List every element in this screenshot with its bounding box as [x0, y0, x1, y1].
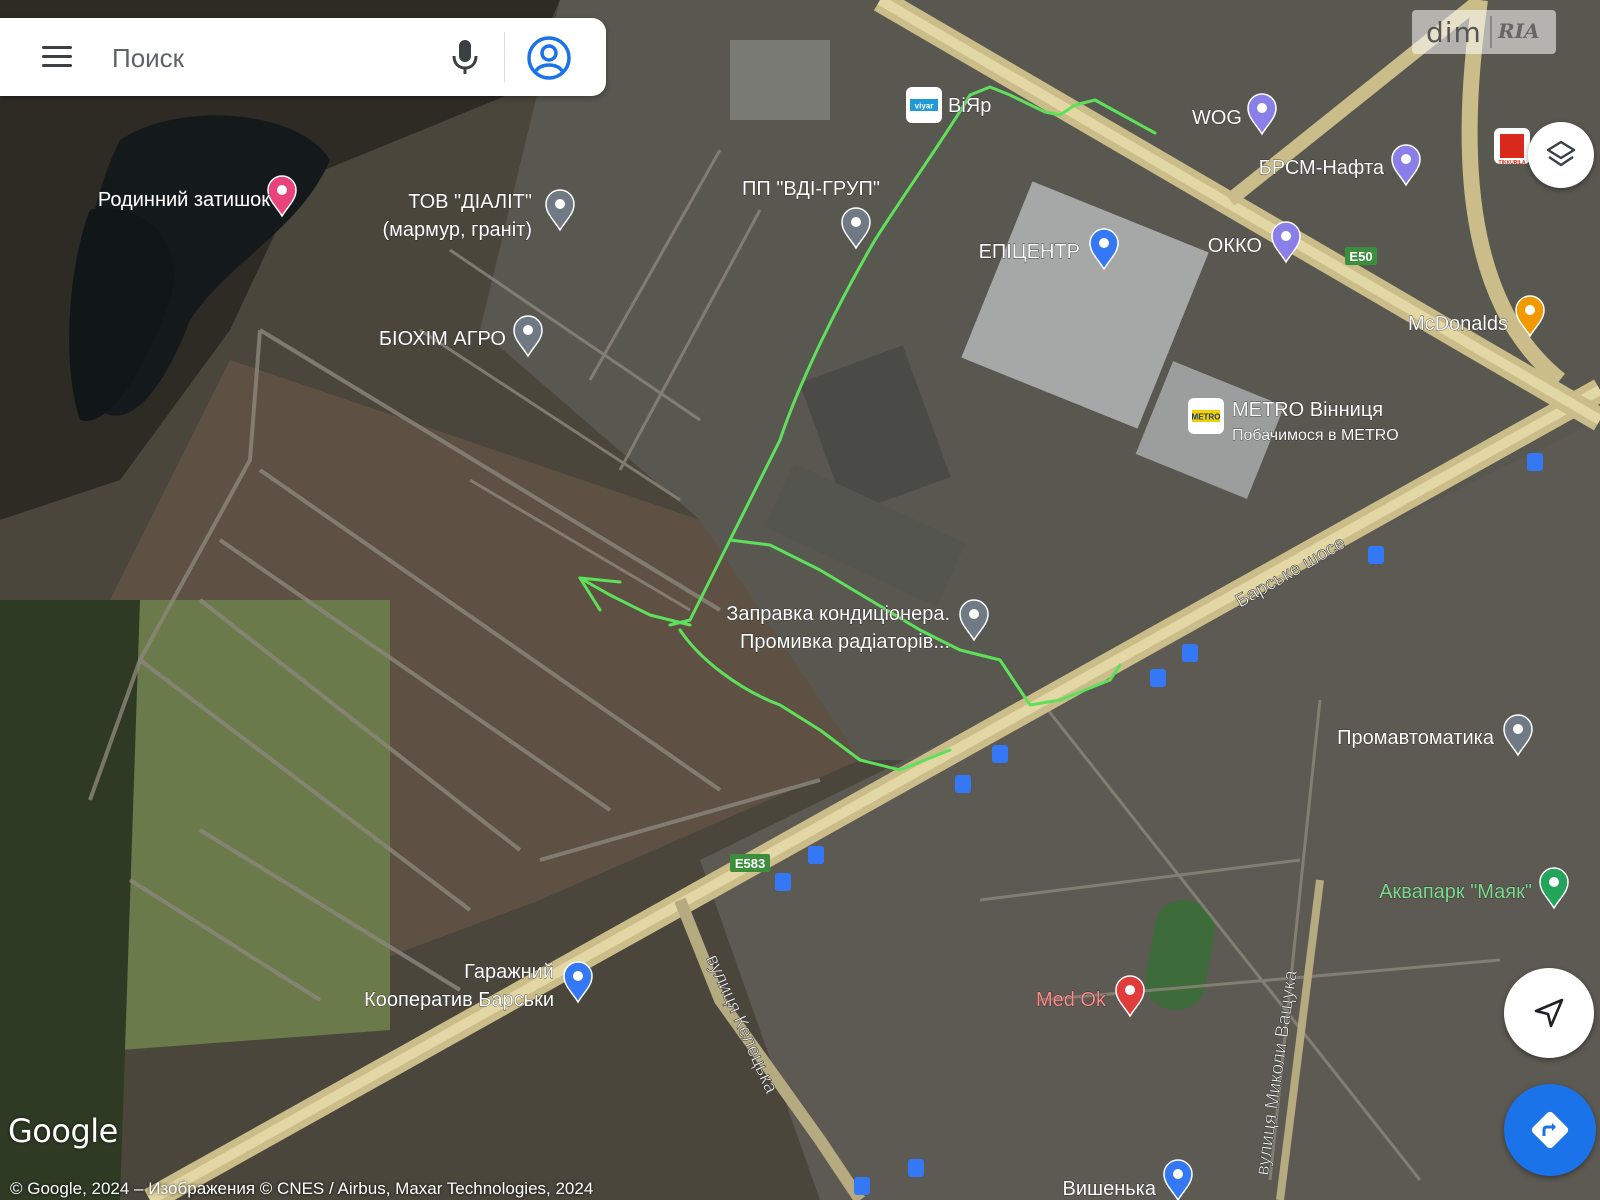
copyright-text: © Google, 2024 – Изображения © CNES / Ai… [10, 1179, 594, 1198]
e50-label: E50 [1349, 249, 1372, 264]
watermark-ria: RIA [1498, 19, 1540, 43]
layers-button[interactable] [1528, 122, 1594, 188]
e583-label: E583 [735, 856, 765, 871]
bus-stop-icon[interactable] [908, 1159, 924, 1177]
place-sublabel: Кооператив Барськи [364, 989, 554, 1011]
google-logo: Google [8, 1112, 118, 1150]
bus-stop-icon[interactable] [1150, 669, 1166, 687]
bus-stop-icon[interactable] [992, 745, 1008, 763]
place-label: METRO Вінниця [1232, 399, 1383, 421]
bus-stop-icon[interactable] [775, 873, 791, 891]
place-label: ПП "ВДІ-ГРУП" [742, 178, 880, 200]
bus-stop-icon[interactable] [955, 775, 971, 793]
bus-stop-icon[interactable] [1368, 546, 1384, 564]
microphone-icon[interactable] [450, 38, 480, 76]
place-sublabel: (мармур, граніт) [383, 219, 533, 241]
satellite-map[interactable]: E50 E583 Барське шосе вулиця Келецька ву… [0, 0, 1600, 1200]
place-label: ОККО [1208, 235, 1262, 257]
bus-stop-icon[interactable] [1527, 453, 1543, 471]
logo-text: METRO [1192, 413, 1221, 422]
search-bar [0, 18, 606, 96]
watermark-dim: dim [1426, 16, 1482, 49]
place-label: БІОХІМ АГРО [379, 328, 506, 350]
place-label: Гаражний [464, 961, 554, 983]
place-label: Аквапарк "Маяк" [1379, 881, 1532, 903]
logo-text: viyar [915, 102, 934, 111]
bus-stop-icon[interactable] [854, 1177, 870, 1195]
place-label: Вишенька [1063, 1178, 1157, 1200]
my-location-button[interactable] [1504, 968, 1594, 1058]
place-label: БРСМ-Нафта [1259, 157, 1385, 179]
bus-stop-icon[interactable] [808, 846, 824, 864]
place-label: ВіЯр [948, 95, 991, 117]
place-label: Заправка кондиціонера. [726, 603, 950, 625]
dim-ria-watermark: dim RIA [1412, 10, 1556, 54]
place-label: Med Ok [1036, 989, 1107, 1011]
place-label: Родинний затишок [98, 189, 270, 211]
tikkurila-label: TIKKURILA [1499, 160, 1526, 166]
directions-icon [1531, 1111, 1569, 1149]
directions-button[interactable] [1504, 1084, 1596, 1176]
place-label: ЕПІЦЕНТР [979, 241, 1080, 263]
menu-icon[interactable] [38, 40, 76, 74]
place-label: McDonalds [1408, 313, 1508, 335]
e50-shield: E50 [1345, 247, 1377, 265]
layers-icon [1546, 140, 1576, 167]
account-icon[interactable] [526, 35, 572, 81]
e583-shield: E583 [730, 854, 770, 872]
place-label: ТОВ "ДІАЛІТ" [408, 191, 532, 213]
search-input[interactable] [110, 34, 424, 82]
bus-stop-icon[interactable] [1182, 644, 1198, 662]
place-label: Промавтоматика [1337, 727, 1495, 749]
place-label: WOG [1192, 107, 1242, 129]
navigation-arrow-icon [1534, 998, 1564, 1028]
tikkurila-store-marker[interactable]: TIKKURILA [1494, 128, 1530, 166]
place-sublabel: Промивка радіаторів... [740, 631, 950, 653]
search-divider [504, 32, 505, 82]
place-sublabel: Побачимося в METRO [1232, 427, 1399, 444]
